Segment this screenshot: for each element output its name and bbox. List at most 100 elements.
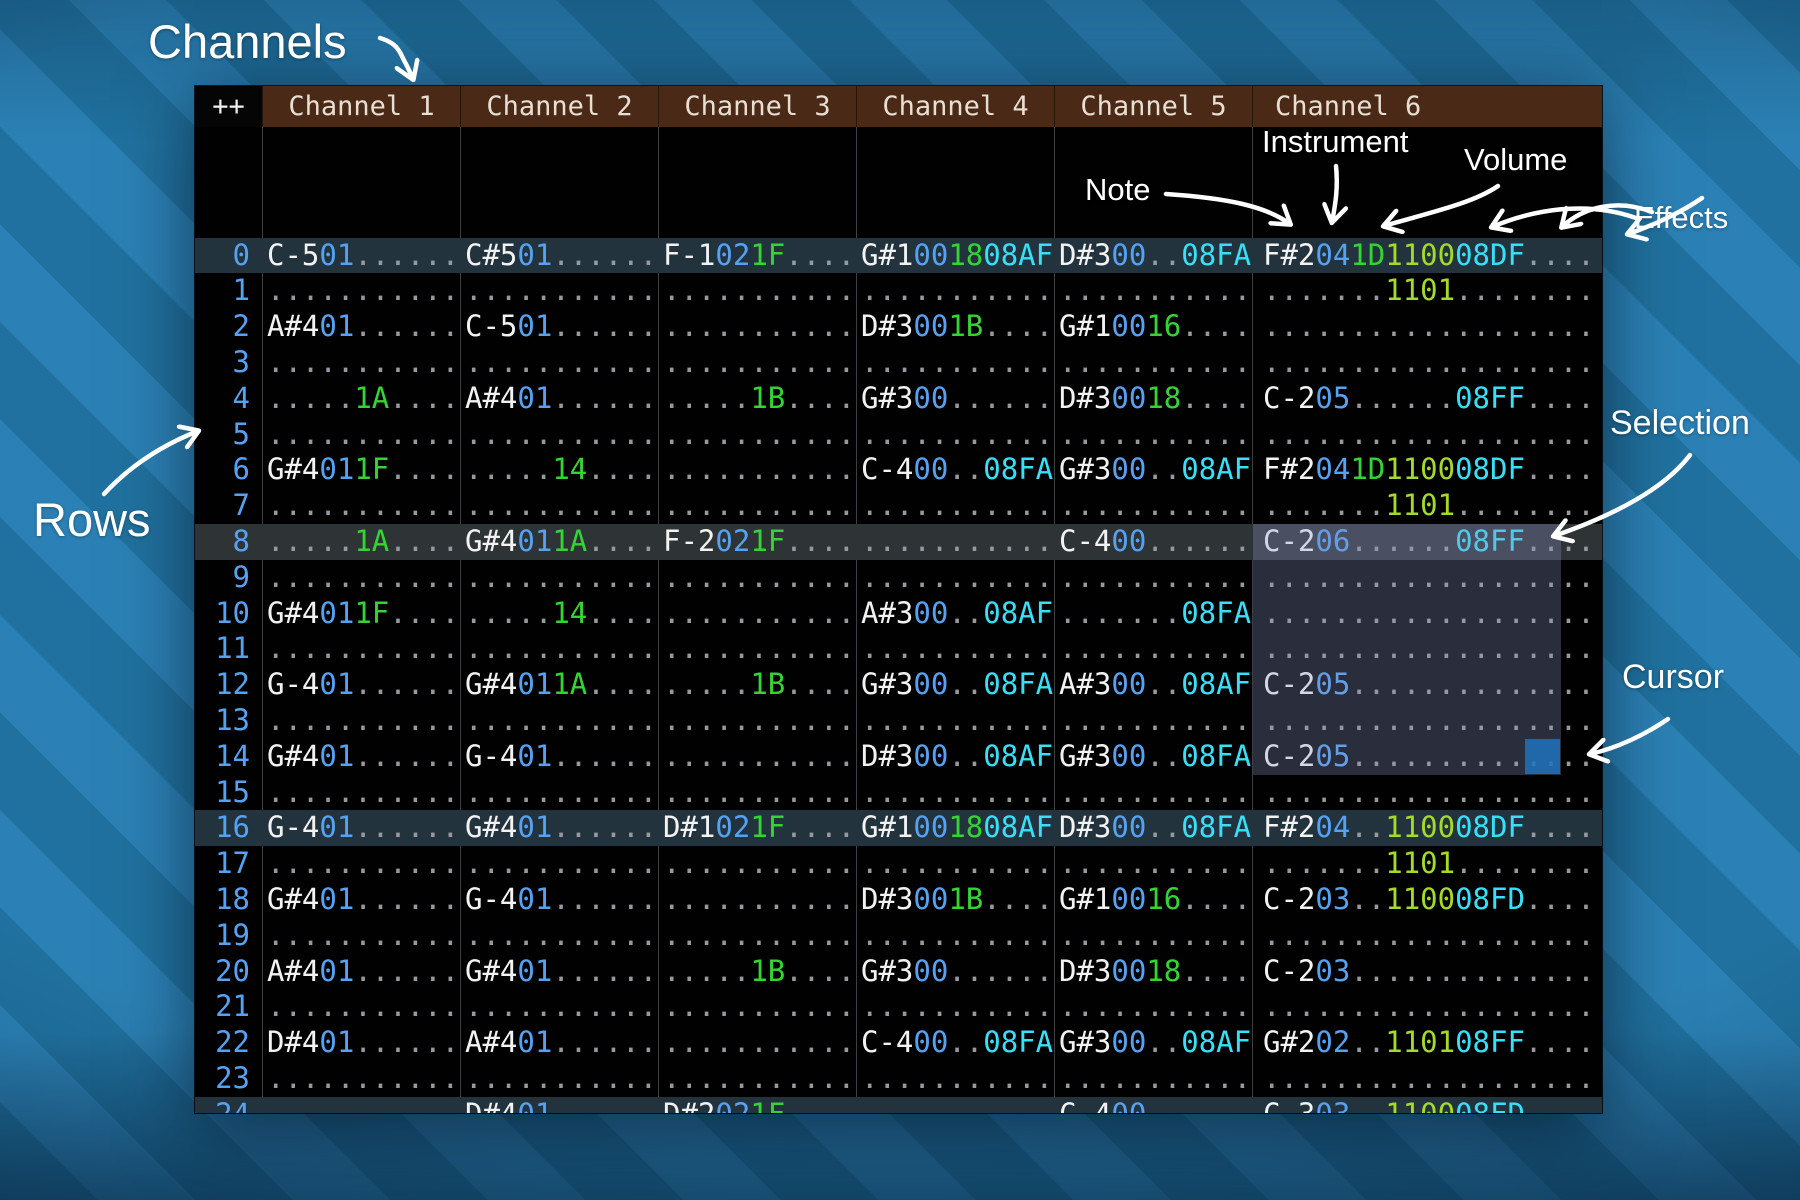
pattern-cell-ch1[interactable]: ........... <box>262 560 460 596</box>
pattern-cell-ch6[interactable]: G#202..110108FF.... <box>1252 1025 1602 1061</box>
pattern-cell-ch1[interactable]: ........... <box>262 1097 460 1113</box>
pattern-cell-ch2[interactable]: .....14.... <box>460 452 658 488</box>
channel-header-5[interactable]: Channel 5 <box>1054 86 1252 127</box>
pattern-cell-ch4[interactable]: ........... <box>856 1097 1054 1113</box>
channel-header-1[interactable]: Channel 1 <box>262 86 460 127</box>
pattern-cell-ch4[interactable]: A#300..08AF <box>856 596 1054 632</box>
pattern-cell-ch2[interactable]: ........... <box>460 1061 658 1097</box>
pattern-cell-ch4[interactable]: G#1001808AF <box>856 810 1054 846</box>
pattern-cell-ch1[interactable]: C-501...... <box>262 238 460 274</box>
pattern-cell-ch6[interactable]: F#204..110008DF.... <box>1252 810 1602 846</box>
pattern-cell-ch3[interactable]: ........... <box>658 1025 856 1061</box>
pattern-cell-ch3[interactable]: D#2021F.... <box>658 1097 856 1113</box>
pattern-cell-ch2[interactable]: ........... <box>460 273 658 309</box>
pattern-cell-ch2[interactable]: A#401...... <box>460 1025 658 1061</box>
pattern-cell-ch6[interactable]: F#2041D110008DF.... <box>1252 238 1602 274</box>
pattern-cell-ch1[interactable]: G-401...... <box>262 810 460 846</box>
pattern-cell-ch5[interactable]: C-400...... <box>1054 524 1252 560</box>
pattern-cell-ch6[interactable]: C-203.............. <box>1252 954 1602 990</box>
pattern-cell-ch3[interactable]: ........... <box>658 452 856 488</box>
pattern-cell-ch5[interactable]: G#300..08FA <box>1054 739 1252 775</box>
pattern-cell-ch2[interactable]: ........... <box>460 846 658 882</box>
pattern-cell-ch6[interactable]: ................... <box>1252 775 1602 811</box>
pattern-cell-ch2[interactable]: ........... <box>460 918 658 954</box>
pattern-cell-ch5[interactable]: D#300..08FA <box>1054 810 1252 846</box>
pattern-cell-ch5[interactable]: G#300..08AF <box>1054 1025 1252 1061</box>
pattern-cell-ch3[interactable]: ........... <box>658 631 856 667</box>
pattern-cell-ch1[interactable]: ........... <box>262 417 460 453</box>
pattern-cell-ch4[interactable]: D#3001B.... <box>856 309 1054 345</box>
pattern-cell-ch1[interactable]: ........... <box>262 1061 460 1097</box>
pattern-cell-ch4[interactable]: ........... <box>856 989 1054 1025</box>
pattern-cell-ch1[interactable]: ........... <box>262 918 460 954</box>
pattern-cell-ch2[interactable]: G-401...... <box>460 739 658 775</box>
pattern-cell-ch2[interactable]: G#401...... <box>460 810 658 846</box>
pattern-cell-ch1[interactable]: G#401...... <box>262 739 460 775</box>
pattern-cell-ch5[interactable]: D#30018.... <box>1054 954 1252 990</box>
pattern-cell-ch3[interactable]: ........... <box>658 918 856 954</box>
channel-header-6[interactable]: Channel 6 <box>1252 86 1602 127</box>
pattern-cell-ch4[interactable]: ........... <box>856 488 1054 524</box>
pattern-cell-ch3[interactable]: D#1021F.... <box>658 810 856 846</box>
pattern-cell-ch3[interactable]: ........... <box>658 1061 856 1097</box>
pattern-cell-ch2[interactable]: ........... <box>460 417 658 453</box>
pattern-cell-ch6[interactable]: .......1101........ <box>1252 273 1602 309</box>
pattern-cell-ch1[interactable]: ........... <box>262 703 460 739</box>
pattern-cell-ch1[interactable]: ........... <box>262 488 460 524</box>
pattern-cell-ch2[interactable]: G-401...... <box>460 882 658 918</box>
pattern-cell-ch5[interactable]: ........... <box>1054 631 1252 667</box>
pattern-cell-ch4[interactable]: G#300..08FA <box>856 667 1054 703</box>
pattern-cell-ch6[interactable]: .......1101........ <box>1252 488 1602 524</box>
pattern-cell-ch4[interactable]: ........... <box>856 524 1054 560</box>
pattern-cell-ch4[interactable]: G#300...... <box>856 954 1054 990</box>
pattern-cell-ch4[interactable]: ........... <box>856 560 1054 596</box>
pattern-cell-ch3[interactable]: .....1B.... <box>658 381 856 417</box>
pattern-cell-ch5[interactable]: G#300..08AF <box>1054 452 1252 488</box>
channel-header-4[interactable]: Channel 4 <box>856 86 1054 127</box>
pattern-cell-ch2[interactable]: C#501...... <box>460 238 658 274</box>
pattern-cell-ch2[interactable]: ........... <box>460 345 658 381</box>
pattern-cell-ch2[interactable]: G#401...... <box>460 954 658 990</box>
pattern-cell-ch1[interactable]: G-401...... <box>262 667 460 703</box>
channel-header-3[interactable]: Channel 3 <box>658 86 856 127</box>
pattern-cell-ch3[interactable]: ........... <box>658 417 856 453</box>
pattern-cell-ch1[interactable]: G#401...... <box>262 882 460 918</box>
pattern-cell-ch1[interactable]: .....1A.... <box>262 524 460 560</box>
pattern-cell-ch4[interactable]: ........... <box>856 631 1054 667</box>
pattern-cell-ch6[interactable]: ................... <box>1252 309 1602 345</box>
pattern-cell-ch3[interactable]: ........... <box>658 273 856 309</box>
pattern-cell-ch4[interactable]: D#3001B.... <box>856 882 1054 918</box>
pattern-cell-ch1[interactable]: G#4011F.... <box>262 596 460 632</box>
pattern-cell-ch5[interactable]: ........... <box>1054 345 1252 381</box>
pattern-cell-ch5[interactable]: ........... <box>1054 846 1252 882</box>
pattern-cell-ch2[interactable]: G#4011A.... <box>460 667 658 703</box>
pattern-cell-ch3[interactable]: ........... <box>658 989 856 1025</box>
pattern-cell-ch6[interactable]: .......1101........ <box>1252 846 1602 882</box>
pattern-cell-ch6[interactable]: F#2041D110008DF.... <box>1252 452 1602 488</box>
pattern-cell-ch1[interactable]: ........... <box>262 846 460 882</box>
pattern-cell-ch2[interactable]: ........... <box>460 989 658 1025</box>
pattern-cell-ch3[interactable]: .....1B.... <box>658 667 856 703</box>
pattern-cell-ch3[interactable]: ........... <box>658 703 856 739</box>
pattern-cell-ch1[interactable]: D#401...... <box>262 1025 460 1061</box>
pattern-cell-ch5[interactable]: ........... <box>1054 918 1252 954</box>
pattern-cell-ch6[interactable]: ................... <box>1252 345 1602 381</box>
pattern-cell-ch2[interactable]: ........... <box>460 488 658 524</box>
pattern-cell-ch4[interactable]: D#300..08AF <box>856 739 1054 775</box>
pattern-cell-ch5[interactable]: ........... <box>1054 417 1252 453</box>
header-corner-button[interactable]: ++ <box>195 86 262 127</box>
pattern-cell-ch5[interactable]: C-400...... <box>1054 1097 1252 1113</box>
pattern-cell-ch2[interactable]: ........... <box>460 703 658 739</box>
pattern-cell-ch2[interactable]: A#401...... <box>460 381 658 417</box>
pattern-cell-ch2[interactable]: C-501...... <box>460 309 658 345</box>
pattern-cell-ch2[interactable]: ........... <box>460 560 658 596</box>
pattern-cell-ch4[interactable]: G#1001808AF <box>856 238 1054 274</box>
pattern-cell-ch4[interactable]: G#300...... <box>856 381 1054 417</box>
pattern-cell-ch1[interactable]: ........... <box>262 273 460 309</box>
pattern-cell-ch2[interactable]: ........... <box>460 631 658 667</box>
pattern-cell-ch2[interactable]: D#401...... <box>460 1097 658 1113</box>
pattern-cell-ch1[interactable]: ........... <box>262 775 460 811</box>
pattern-cell-ch5[interactable]: ........... <box>1054 273 1252 309</box>
pattern-cell-ch2[interactable]: ........... <box>460 775 658 811</box>
pattern-cell-ch4[interactable]: ........... <box>856 345 1054 381</box>
